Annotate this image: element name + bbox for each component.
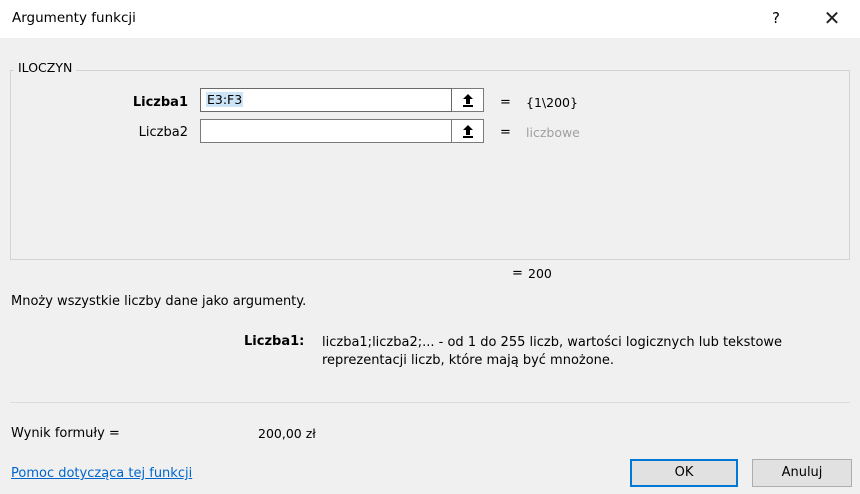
arg1-ref-button[interactable] (452, 88, 484, 112)
arg2-label: Liczba2 (138, 125, 188, 140)
arg1-value: E3:F3 (206, 92, 244, 107)
function-result: 200 (528, 266, 552, 281)
close-icon[interactable]: ✕ (818, 4, 846, 32)
function-name: ILOCZYN (14, 60, 77, 75)
arg2-result: liczbowe (526, 125, 580, 140)
title-bar: Argumenty funkcji ? ✕ (0, 0, 860, 38)
arg2-equals: = (500, 125, 511, 140)
param-help-name: Liczba1: (244, 334, 305, 349)
arg2-input[interactable] (200, 119, 452, 143)
arg2-ref-button[interactable] (452, 119, 484, 143)
formula-result-label: Wynik formuły = (11, 426, 120, 441)
collapse-dialog-arrow-icon (462, 94, 473, 107)
arg1-label: Liczba1 (132, 95, 188, 110)
param-help-line2: reprezentacji liczb, które mają być mnoż… (322, 353, 615, 368)
param-help-line1: liczba1;liczba2;... - od 1 do 255 liczb,… (322, 335, 783, 350)
dialog-title: Argumenty funkcji (12, 10, 136, 26)
collapse-dialog-arrow-icon (462, 125, 473, 138)
function-description: Mnoży wszystkie liczby dane jako argumen… (11, 294, 307, 309)
arg1-equals: = (500, 95, 511, 110)
ok-button[interactable]: OK (630, 459, 738, 487)
arg1-input[interactable]: E3:F3 (200, 88, 452, 112)
divider (10, 402, 850, 403)
arg1-result: {1\200} (526, 95, 578, 110)
result-equals: = (512, 266, 523, 281)
param-help-text: liczba1;liczba2;... - od 1 do 255 liczb,… (322, 334, 858, 370)
help-link[interactable]: Pomoc dotycząca tej funkcji (11, 466, 192, 481)
formula-result-value: 200,00 zł (258, 426, 316, 441)
help-button[interactable]: ? (764, 6, 788, 30)
cancel-button[interactable]: Anuluj (752, 459, 852, 487)
